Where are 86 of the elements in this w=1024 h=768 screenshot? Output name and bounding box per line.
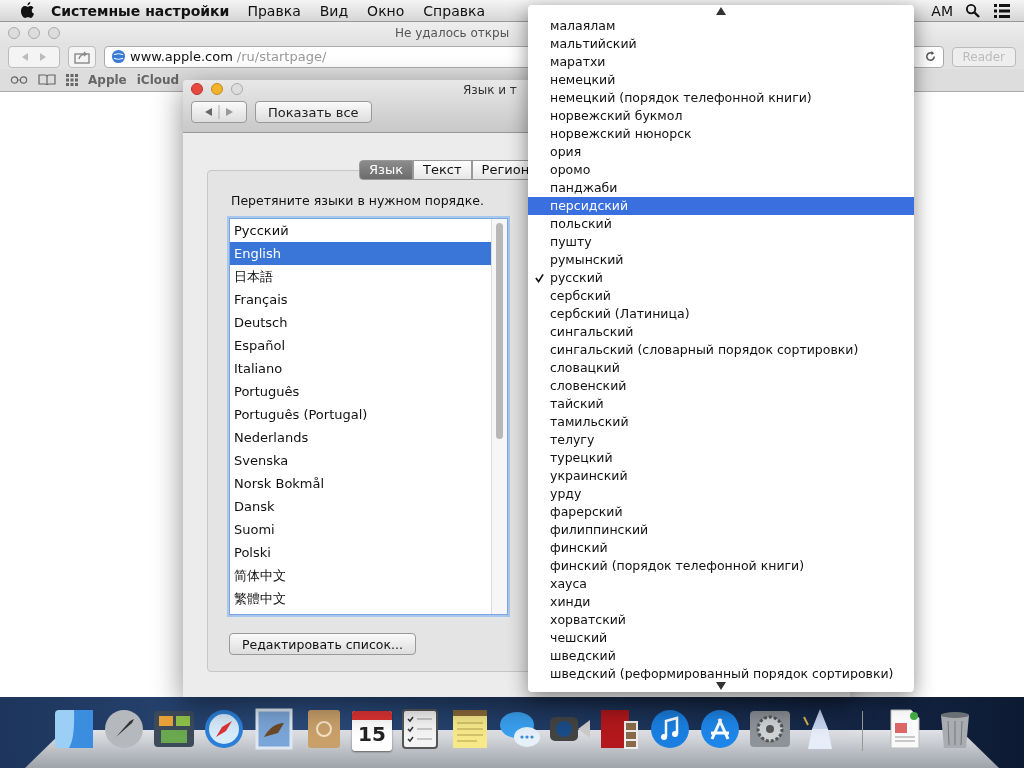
language-item[interactable]: 繁體中文 bbox=[230, 587, 491, 610]
scrollbar[interactable] bbox=[491, 219, 507, 614]
show-all-button[interactable]: Показать все bbox=[255, 101, 372, 123]
menu-item[interactable]: сингальский (словарный порядок сортировки) bbox=[528, 341, 914, 359]
menu-item[interactable]: маратхи bbox=[528, 53, 914, 71]
menu-item[interactable]: норвежский нюнорск bbox=[528, 125, 914, 143]
menu-item[interactable]: финский bbox=[528, 539, 914, 557]
language-item[interactable]: Português bbox=[230, 380, 491, 403]
language-item[interactable]: Italiano bbox=[230, 357, 491, 380]
menu-item[interactable]: украинский bbox=[528, 467, 914, 485]
app-menu[interactable]: Системные настройки bbox=[51, 2, 230, 19]
menu-item[interactable]: норвежский букмол bbox=[528, 107, 914, 125]
menu-item[interactable]: Справка bbox=[423, 2, 485, 19]
menu-item[interactable]: немецкий (порядок телефонной книги) bbox=[528, 89, 914, 107]
language-item[interactable]: Dansk bbox=[230, 495, 491, 518]
menu-item[interactable]: турецкий bbox=[528, 449, 914, 467]
window-title: Язык и т bbox=[463, 83, 517, 97]
menu-item[interactable]: пушту bbox=[528, 233, 914, 251]
music-note-icon[interactable] bbox=[648, 707, 692, 751]
menu-item[interactable]: финский (порядок телефонной книги) bbox=[528, 557, 914, 575]
menu-item[interactable]: русский bbox=[528, 269, 914, 287]
compass-icon[interactable] bbox=[202, 707, 246, 751]
menu-item[interactable]: ория bbox=[528, 143, 914, 161]
tab[interactable]: Текст bbox=[413, 160, 472, 180]
language-item[interactable]: Norsk Bokmål bbox=[230, 472, 491, 495]
share-icon bbox=[74, 49, 90, 64]
menu-item[interactable]: польский bbox=[528, 215, 914, 233]
menu-item[interactable]: телугу bbox=[528, 431, 914, 449]
language-item[interactable]: Suomi bbox=[230, 518, 491, 541]
reading-glasses-icon[interactable] bbox=[10, 75, 28, 85]
language-item[interactable]: 简体中文 bbox=[230, 564, 491, 587]
language-item[interactable]: Español bbox=[230, 334, 491, 357]
menu-item[interactable]: филиппинский bbox=[528, 521, 914, 539]
book-icon[interactable] bbox=[38, 74, 56, 86]
instruction-text: Перетяните языки в нужном порядке. bbox=[231, 193, 484, 208]
menu-item[interactable]: малаялам bbox=[528, 17, 914, 35]
language-item[interactable]: Português (Portugal) bbox=[230, 403, 491, 426]
menu-item[interactable]: фарерский bbox=[528, 503, 914, 521]
tab[interactable]: Язык bbox=[359, 160, 414, 180]
menu-item[interactable]: урду bbox=[528, 485, 914, 503]
menu-item[interactable]: сербский (Латиница) bbox=[528, 305, 914, 323]
language-item[interactable]: English bbox=[230, 242, 491, 265]
menu-item[interactable]: хауса bbox=[528, 575, 914, 593]
language-item[interactable]: 日本語 bbox=[230, 265, 491, 288]
scroll-up-arrow-icon[interactable] bbox=[716, 7, 726, 15]
app-store-icon[interactable] bbox=[698, 707, 742, 751]
menu-item[interactable]: тайский bbox=[528, 395, 914, 413]
apple-logo-icon[interactable] bbox=[20, 2, 35, 19]
language-item[interactable]: Français bbox=[230, 288, 491, 311]
back-forward-buttons[interactable] bbox=[191, 101, 247, 123]
menu-item[interactable]: хинди bbox=[528, 593, 914, 611]
language-item[interactable]: Русский bbox=[230, 219, 491, 242]
menu-item[interactable]: Вид bbox=[319, 2, 349, 19]
menu-item[interactable]: словацкий bbox=[528, 359, 914, 377]
globe-icon bbox=[111, 49, 126, 64]
menu-item[interactable]: панджаби bbox=[528, 179, 914, 197]
menu-item[interactable]: чешский bbox=[528, 629, 914, 647]
menu-item[interactable]: сербский bbox=[528, 287, 914, 305]
reload-icon[interactable] bbox=[923, 50, 937, 63]
edit-list-button[interactable]: Редактировать список... bbox=[229, 633, 416, 655]
menu-item[interactable]: Окно bbox=[367, 2, 405, 19]
scroll-down-arrow-icon[interactable] bbox=[716, 682, 726, 690]
grid-icon[interactable] bbox=[66, 74, 78, 86]
menu-clock[interactable]: AM bbox=[931, 2, 953, 19]
window-title: Не удалось откры bbox=[395, 26, 510, 40]
bookmark-link[interactable]: iCloud bbox=[136, 73, 180, 87]
language-item[interactable]: Nederlands bbox=[230, 426, 491, 449]
language-item[interactable]: Deutsch bbox=[230, 311, 491, 334]
menu-item[interactable]: хорватский bbox=[528, 611, 914, 629]
menu-item[interactable]: персидский bbox=[528, 197, 914, 215]
list-icon[interactable] bbox=[994, 3, 1010, 18]
menu-item[interactable]: сингальский bbox=[528, 323, 914, 341]
share-button[interactable] bbox=[68, 45, 96, 68]
search-icon[interactable] bbox=[965, 3, 980, 18]
language-item[interactable]: Polski bbox=[230, 541, 491, 564]
menu-item[interactable]: Правка bbox=[247, 2, 301, 19]
menu-item[interactable]: шведский bbox=[528, 647, 914, 665]
menu-item[interactable]: немецкий bbox=[528, 71, 914, 89]
calendar-icon[interactable]: 15 bbox=[352, 711, 392, 751]
menu-item[interactable]: шведский (реформированный порядок сортировки) bbox=[528, 665, 914, 680]
menu-item[interactable]: тамильский bbox=[528, 413, 914, 431]
close-button[interactable] bbox=[191, 83, 203, 95]
menu-item[interactable]: словенский bbox=[528, 377, 914, 395]
bookmark-link[interactable]: Apple bbox=[88, 73, 127, 87]
language-item[interactable]: Svenska bbox=[230, 449, 491, 472]
menu-item[interactable]: румынский bbox=[528, 251, 914, 269]
